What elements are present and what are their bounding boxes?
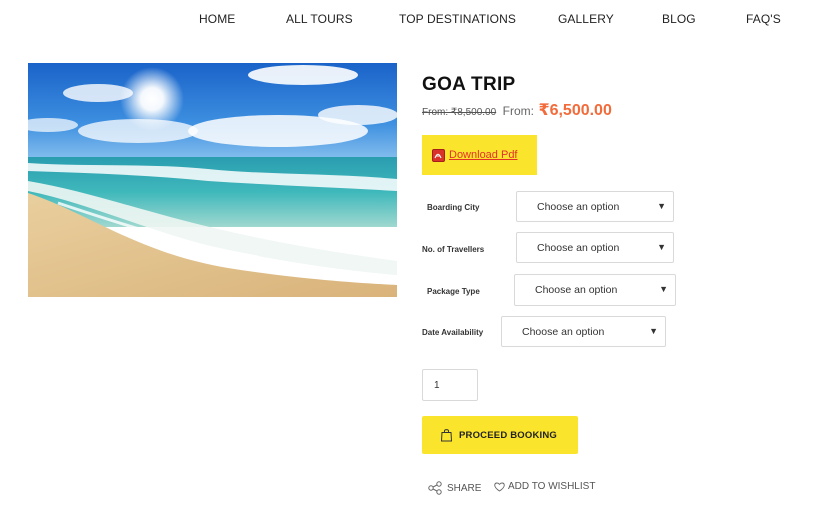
product-image[interactable] (28, 63, 397, 297)
old-price: From: ₹8,500.00 (422, 107, 497, 118)
main-navigation: HOME ALL TOURS TOP DESTINATIONS GALLERY … (0, 0, 825, 40)
wishlist-label: ADD TO WISHLIST (508, 481, 596, 492)
boarding-city-label: Boarding City (427, 203, 480, 212)
boarding-city-select[interactable]: Choose an option ▼ (516, 191, 674, 222)
price-row: From: ₹8,500.00 From: ₹6,500.00 (422, 100, 612, 120)
product-title: GOA TRIP (422, 74, 516, 95)
chevron-down-icon: ▼ (657, 201, 666, 211)
chevron-down-icon: ▼ (659, 284, 668, 294)
travellers-value: Choose an option (537, 241, 620, 254)
date-availability-select[interactable]: Choose an option ▼ (501, 316, 666, 347)
boarding-city-value: Choose an option (537, 200, 620, 213)
nav-home[interactable]: HOME (199, 12, 235, 26)
shopping-bag-icon (440, 429, 453, 442)
add-to-wishlist-link[interactable]: ADD TO WISHLIST (494, 481, 595, 492)
share-icon (428, 481, 442, 495)
nav-faqs[interactable]: FAQ'S (746, 12, 781, 26)
travellers-label: No. of Travellers (422, 245, 485, 254)
proceed-booking-label: PROCEED BOOKING (459, 429, 558, 441)
quantity-input[interactable] (422, 369, 478, 401)
nav-top-destinations[interactable]: TOP DESTINATIONS (399, 12, 516, 26)
price-from-label: From: (502, 104, 534, 118)
sale-price: ₹6,500.00 (538, 102, 612, 119)
package-type-label: Package Type (427, 287, 480, 296)
date-availability-value: Choose an option (522, 325, 605, 338)
pdf-icon (432, 148, 445, 162)
download-pdf-box: Download Pdf (422, 135, 537, 175)
travellers-select[interactable]: Choose an option ▼ (516, 232, 674, 263)
heart-icon (494, 482, 505, 492)
nav-gallery[interactable]: GALLERY (558, 12, 614, 26)
share-label: SHARE (447, 482, 482, 494)
nav-blog[interactable]: BLOG (662, 12, 696, 26)
chevron-down-icon: ▼ (657, 242, 666, 252)
proceed-booking-button[interactable]: PROCEED BOOKING (422, 416, 578, 454)
date-availability-label: Date Availability (422, 328, 484, 337)
chevron-down-icon: ▼ (649, 326, 658, 336)
download-pdf-link[interactable]: Download Pdf (449, 149, 518, 161)
nav-all-tours[interactable]: ALL TOURS (286, 12, 353, 26)
package-type-value: Choose an option (535, 284, 618, 296)
package-type-select[interactable]: Choose an option ▼ (514, 274, 676, 306)
share-link[interactable]: SHARE (428, 481, 481, 495)
